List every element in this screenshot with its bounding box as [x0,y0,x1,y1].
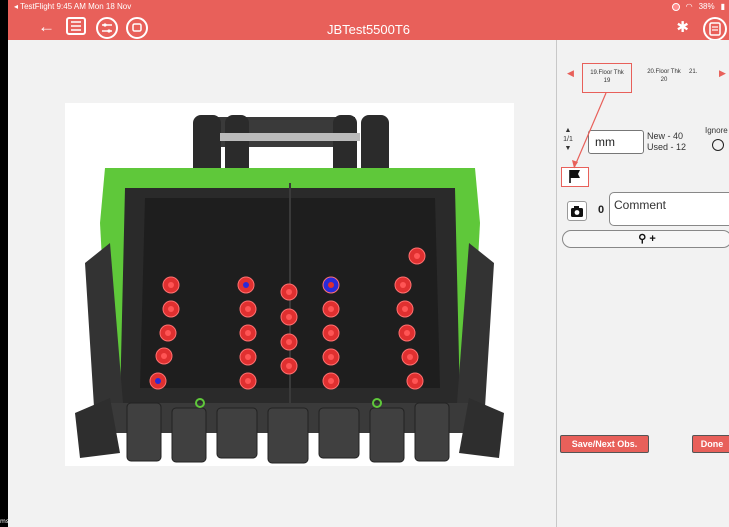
measurement-point-center [286,339,292,345]
measurement-point-center [161,353,167,359]
measurement-point-center [404,330,410,336]
status-bar-right: ◠ 38% ▮ [671,2,725,11]
list-icon[interactable] [66,17,86,35]
location-pin-icon: ⚲ [638,233,647,245]
measurement-point-center [286,363,292,369]
measurement-point-center [245,330,251,336]
measurement-point-center [328,378,334,384]
back-icon[interactable]: ← [38,18,55,35]
camera-icon [571,206,583,217]
left-edge-bar: ms [0,0,9,527]
stepper-value: 1/1 [563,136,573,143]
add-location-label: + [649,233,656,245]
measurement-point-center [286,314,292,320]
measurement-point-center [245,306,251,312]
tab-label: 20.Floor Thk [647,69,681,75]
measurement-point-center [155,378,161,384]
observation-panel: ◀ 19.Floor Thk 19 20.Floor Thk 20 21. ▶ … [557,40,729,527]
tab-scroll-right-icon[interactable]: ▶ [719,68,726,79]
measurement-point-center [407,354,413,360]
ignore-label: Ignore [705,126,728,135]
measurement-point-center [328,306,334,312]
notes-icon[interactable] [703,17,727,41]
measurement-point-center [414,253,420,259]
flag-button[interactable] [561,167,589,187]
measurement-point-center [328,282,334,288]
tab-floor-thk-20[interactable]: 20.Floor Thk 20 [639,63,689,93]
measurement-point-center [243,282,249,288]
measurement-point-center [168,282,174,288]
measurement-point-center [412,378,418,384]
chat-icon[interactable] [126,17,148,39]
measurement-point-center [328,330,334,336]
photo-count: 0 [598,204,605,216]
measurement-input[interactable]: mm [588,130,644,154]
tab-value: 20 [660,77,668,83]
tab-label: 21. [689,69,698,75]
used-value: Used - 12 [647,142,687,152]
tab-label: 19.Floor Thk [590,70,624,76]
comment-field[interactable]: Comment [609,192,729,226]
teeth-row [126,402,450,464]
stepper-up-icon[interactable]: ▲ [563,126,573,135]
new-value: New - 40 [647,131,684,141]
measurement-point-center [402,306,408,312]
tab-21[interactable]: 21. [689,63,717,93]
reading-stepper[interactable]: ▲ 1/1 ▼ [563,126,573,153]
tab-floor-thk-19[interactable]: 19.Floor Thk 19 [582,63,632,93]
camera-button[interactable] [567,201,587,221]
battery-icon: ▮ [720,2,725,11]
add-location-button[interactable]: ⚲ + [562,230,729,248]
tab-value: 19 [603,78,611,84]
done-button[interactable]: Done [692,435,729,453]
status-bar-left: ◂ TestFlight 9:45 AM Mon 18 Nov [14,2,132,11]
tab-scroll-left-icon[interactable]: ◀ [567,68,574,79]
save-next-button[interactable]: Save/Next Obs. [560,435,649,453]
battery-level: 38% [698,2,715,11]
flag-icon [569,170,580,183]
ignore-radio[interactable] [712,139,724,151]
measurement-point-center [286,289,292,295]
wifi-icon: ◠ [685,2,693,11]
measurement-point-center [245,378,251,384]
stepper-down-icon[interactable]: ▼ [563,144,573,153]
bucket-image[interactable] [65,103,514,466]
new-used-values: New - 40 Used - 12 [647,131,686,153]
measurement-point-center [400,282,406,288]
measurement-point-center [245,354,251,360]
filter-icon[interactable] [96,17,118,39]
bluetooth-icon: ✱ [676,19,689,36]
measurement-point-center [168,306,174,312]
recording-icon [671,2,680,11]
measurement-point-center [165,330,171,336]
measurement-point-center [328,354,334,360]
bucket-illustration [75,115,504,464]
top-navigation-bar: ◂ TestFlight 9:45 AM Mon 18 Nov ◠ 38% ▮ … [8,0,729,41]
